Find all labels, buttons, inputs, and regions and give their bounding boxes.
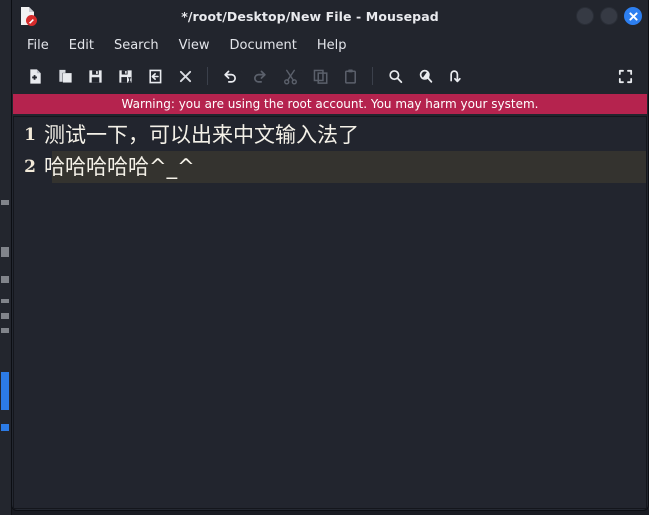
panel-task-mark[interactable] xyxy=(1,200,9,205)
document-pencil-icon xyxy=(15,4,39,28)
panel-task-mark[interactable] xyxy=(1,276,9,283)
save-button[interactable] xyxy=(80,62,110,90)
warning-banner-wrapper: Warning: you are using the root account.… xyxy=(12,94,648,116)
root-account-warning: Warning: you are using the root account.… xyxy=(13,94,647,114)
line-content: 哈哈哈哈哈^_^ xyxy=(44,155,195,179)
save-as-icon xyxy=(117,68,134,85)
paste-button[interactable] xyxy=(335,62,365,90)
search-icon xyxy=(387,68,404,85)
redo-icon xyxy=(251,67,269,85)
cut-button[interactable] xyxy=(275,62,305,90)
menu-search[interactable]: Search xyxy=(105,35,168,56)
open-file-icon xyxy=(57,68,74,85)
toolbar xyxy=(12,58,648,94)
close-document-button[interactable] xyxy=(170,62,200,90)
go-to-line-button[interactable] xyxy=(440,62,470,90)
reload-file-icon xyxy=(147,68,164,85)
fullscreen-button[interactable] xyxy=(610,62,640,90)
minimize-button[interactable] xyxy=(576,7,594,25)
editor-line-2[interactable]: 2 哈哈哈哈哈^_^ xyxy=(14,151,646,183)
close-button[interactable] xyxy=(624,7,642,25)
menu-help[interactable]: Help xyxy=(308,35,356,56)
open-file-button[interactable] xyxy=(50,62,80,90)
desktop-background: */root/Desktop/New File - Mousepad File … xyxy=(0,0,649,515)
panel-task-mark[interactable] xyxy=(1,299,9,303)
find-replace-button[interactable] xyxy=(410,62,440,90)
panel-task-mark[interactable] xyxy=(1,247,9,257)
menubar: File Edit Search View Document Help xyxy=(12,32,648,58)
undo-button[interactable] xyxy=(215,62,245,90)
menu-edit[interactable]: Edit xyxy=(60,35,103,56)
copy-button[interactable] xyxy=(305,62,335,90)
window-titlebar[interactable]: */root/Desktop/New File - Mousepad xyxy=(12,0,648,32)
new-document-button[interactable] xyxy=(20,62,50,90)
window-title: */root/Desktop/New File - Mousepad xyxy=(181,8,439,24)
text-editor[interactable]: 1 测试一下，可以出来中文输入法了 2 哈哈哈哈哈^_^ xyxy=(13,116,647,509)
cut-icon xyxy=(282,68,299,85)
search-button[interactable] xyxy=(380,62,410,90)
fullscreen-icon xyxy=(617,68,634,85)
panel-task-mark[interactable] xyxy=(1,328,9,333)
redo-button[interactable] xyxy=(245,62,275,90)
close-document-icon xyxy=(178,69,193,84)
toolbar-separator-2 xyxy=(372,67,373,85)
menu-file[interactable]: File xyxy=(18,35,58,56)
menu-view[interactable]: View xyxy=(170,35,219,56)
undo-icon xyxy=(221,67,239,85)
panel-task-mark[interactable] xyxy=(1,372,9,410)
go-to-line-icon xyxy=(447,68,464,85)
maximize-button[interactable] xyxy=(600,7,618,25)
copy-icon xyxy=(312,68,329,85)
new-document-icon xyxy=(27,68,44,85)
panel-task-mark[interactable] xyxy=(1,313,9,319)
editor-lines: 1 测试一下，可以出来中文输入法了 2 哈哈哈哈哈^_^ xyxy=(14,117,646,508)
panel-task-mark[interactable] xyxy=(1,424,9,431)
find-replace-icon xyxy=(417,68,434,85)
window-controls xyxy=(576,0,642,32)
toolbar-separator-1 xyxy=(207,67,208,85)
line-content: 测试一下，可以出来中文输入法了 xyxy=(44,123,359,147)
reload-file-button[interactable] xyxy=(140,62,170,90)
menu-document[interactable]: Document xyxy=(220,35,305,56)
editor-line-1[interactable]: 1 测试一下，可以出来中文输入法了 xyxy=(14,119,646,151)
line-number: 2 xyxy=(24,157,36,177)
save-as-button[interactable] xyxy=(110,62,140,90)
save-icon xyxy=(87,68,104,85)
line-number: 1 xyxy=(24,125,36,145)
close-icon xyxy=(628,11,638,21)
paste-icon xyxy=(342,68,359,85)
mousepad-window: */root/Desktop/New File - Mousepad File … xyxy=(11,0,649,511)
